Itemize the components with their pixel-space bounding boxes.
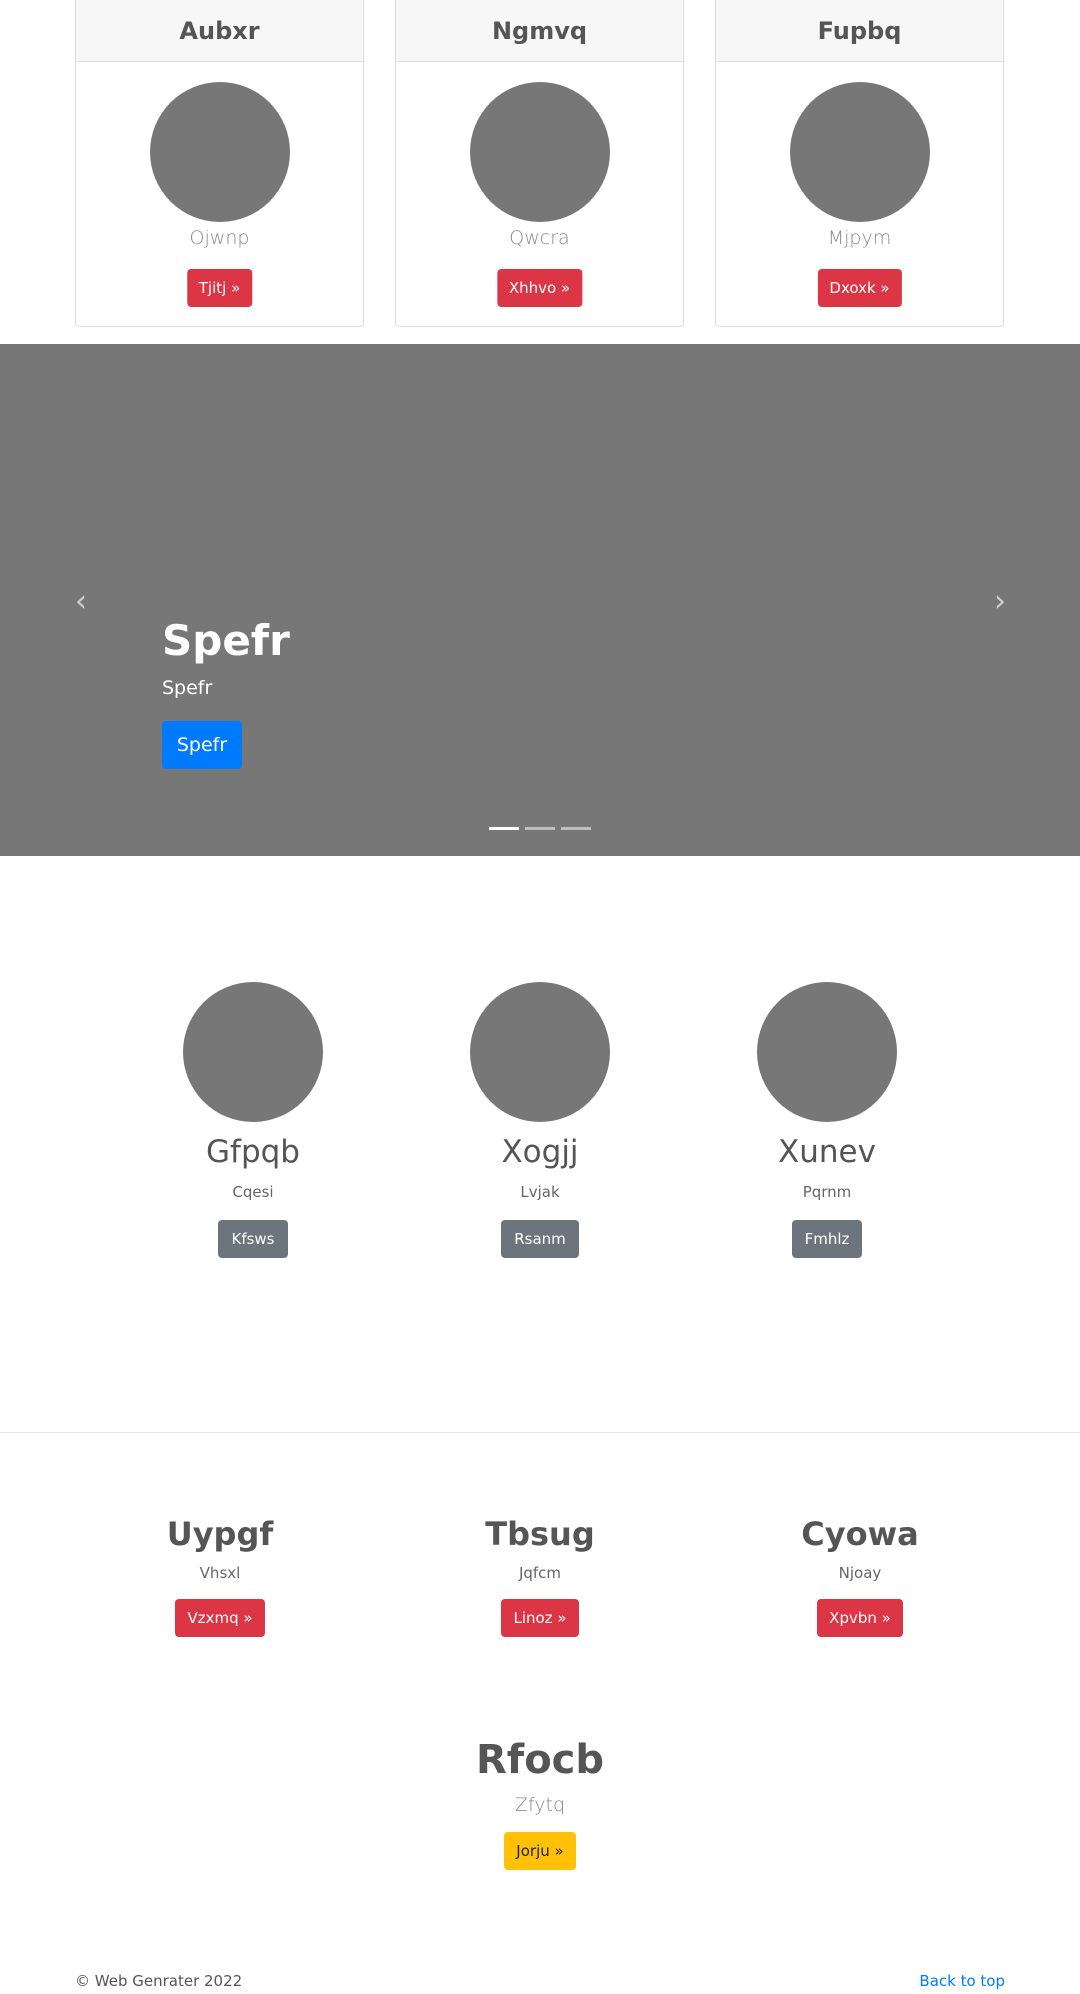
carousel-indicator-2[interactable] (525, 827, 555, 830)
footer-copyright: © Web Genrater 2022 (75, 1972, 243, 1990)
card-aubxr: Aubxr Ojwnp Tjitj » (75, 0, 364, 327)
feature-title: Cyowa (801, 1515, 919, 1553)
profile-button[interactable]: Rsanm (501, 1220, 579, 1258)
card-image-placeholder (790, 82, 930, 222)
profile-gfpqb: Gfpqb Cqesi Kfsws (153, 982, 353, 1258)
feature-button[interactable]: Linoz » (501, 1599, 579, 1637)
card-ngmvq: Ngmvq Qwcra Xhhvo » (395, 0, 684, 327)
card-image-placeholder (470, 82, 610, 222)
carousel-button[interactable]: Spefr (162, 721, 242, 769)
final-title: Rfocb (475, 1737, 605, 1783)
card-subtitle: Ojwnp (189, 227, 250, 249)
carousel-subtitle: Spefr (162, 677, 213, 699)
card-button[interactable]: Xhhvo » (496, 269, 583, 307)
carousel-title: Spefr (162, 616, 290, 665)
profile-subtitle: Cqesi (232, 1183, 274, 1201)
carousel-indicator-1[interactable] (489, 827, 519, 830)
final-section: Rfocb Zfytq Jorju » (340, 1734, 740, 1870)
back-to-top-link[interactable]: Back to top (919, 1972, 1005, 1990)
card-image-placeholder (150, 82, 290, 222)
carousel-indicator-3[interactable] (561, 827, 591, 830)
feature-title: Tbsug (485, 1515, 595, 1553)
card-button[interactable]: Tjitj » (186, 269, 253, 307)
profile-xunev: Xunev Pqrnm Fmhlz (727, 982, 927, 1258)
card-subtitle: Qwcra (509, 227, 570, 249)
carousel-prev-icon[interactable]: ‹ (66, 587, 96, 617)
feature-cyowa: Cyowa Njoay Xpvbn » (730, 1510, 990, 1637)
card-subtitle: Mjpym (827, 227, 892, 249)
feature-button[interactable]: Xpvbn » (817, 1599, 903, 1637)
card-button[interactable]: Dxoxk » (817, 269, 902, 307)
card-title: Aubxr (76, 0, 363, 62)
feature-uypgf: Uypgf Vhsxl Vzxmq » (90, 1510, 350, 1637)
card-title: Fupbq (716, 0, 1003, 62)
feature-button[interactable]: Vzxmq » (175, 1599, 265, 1637)
feature-subtitle: Jqfcm (518, 1564, 562, 1582)
profile-xogjj: Xogjj Lvjak Rsanm (440, 982, 640, 1258)
card-title: Ngmvq (396, 0, 683, 62)
profile-subtitle: Pqrnm (802, 1183, 852, 1201)
profile-image-placeholder (470, 982, 610, 1122)
section-divider (0, 1432, 1080, 1433)
final-subtitle: Zfytq (514, 1794, 566, 1816)
hero-carousel: ‹ › Spefr Spefr Spefr (0, 344, 1080, 856)
profile-image-placeholder (183, 982, 323, 1122)
card-fupbq: Fupbq Mjpym Dxoxk » (715, 0, 1004, 327)
carousel-next-icon[interactable]: › (985, 587, 1015, 617)
profile-name: Xogjj (501, 1134, 579, 1170)
feature-title: Uypgf (166, 1515, 274, 1553)
feature-subtitle: Njoay (838, 1564, 882, 1582)
profile-button[interactable]: Kfsws (218, 1220, 288, 1258)
feature-subtitle: Vhsxl (199, 1564, 241, 1582)
profile-name: Xunev (778, 1134, 876, 1170)
profile-image-placeholder (757, 982, 897, 1122)
profile-name: Gfpqb (206, 1134, 300, 1170)
final-button[interactable]: Jorju » (504, 1832, 576, 1870)
profile-subtitle: Lvjak (520, 1183, 560, 1201)
feature-tbsug: Tbsug Jqfcm Linoz » (410, 1510, 670, 1637)
profile-button[interactable]: Fmhlz (791, 1220, 863, 1258)
